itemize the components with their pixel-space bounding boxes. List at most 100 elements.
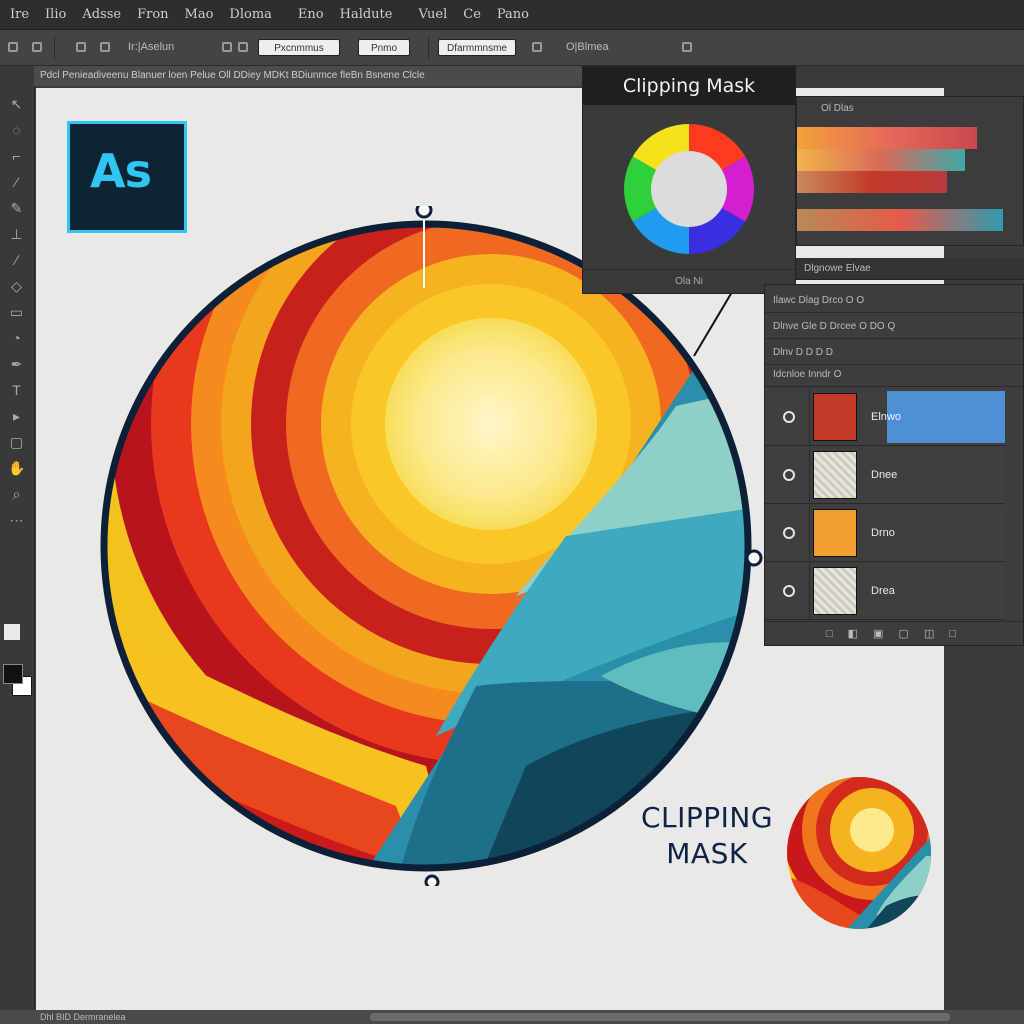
layer-visibility[interactable] <box>765 505 810 561</box>
menu-item[interactable]: Ilio <box>45 7 66 22</box>
foreground-color-swatch[interactable] <box>3 664 23 684</box>
layer-name: Drea <box>871 585 895 597</box>
color-wheel[interactable] <box>623 123 755 255</box>
layers-footer-buttons[interactable]: □ ◧ ▣ ▢ ◫ □ <box>765 621 1023 646</box>
zoom-tool-icon[interactable]: ⌕ <box>8 486 25 503</box>
anchor-point[interactable] <box>424 874 440 886</box>
clipping-mask-caption: CLIPPING MASK <box>632 800 782 872</box>
layer-name: Dnee <box>871 469 898 481</box>
blur-tool-icon[interactable]: ◔ <box>8 330 25 347</box>
options-field[interactable]: Pxcnmmus <box>258 39 340 56</box>
tool-preset-icon[interactable] <box>32 42 42 52</box>
layer-visibility[interactable] <box>765 389 810 445</box>
options-label: O|Blmea <box>566 41 609 53</box>
caption-line: MASK <box>666 837 748 870</box>
options-label: Ir:|Aselun <box>128 41 175 53</box>
menu-item[interactable]: Eno <box>298 7 324 22</box>
app-logo-text: As <box>90 144 152 198</box>
menu-item[interactable]: Haldute <box>340 7 393 22</box>
layer-selection-highlight <box>887 391 1005 443</box>
eye-icon[interactable] <box>783 527 795 539</box>
gradient-bar[interactable] <box>797 171 947 193</box>
clipping-mask-artwork[interactable] <box>96 206 766 886</box>
menu-item[interactable]: Mao <box>185 7 214 22</box>
layer-row[interactable]: Drno <box>765 505 1005 562</box>
eraser-tool-icon[interactable]: ◇ <box>8 278 25 295</box>
brush-tool-icon[interactable]: ✎ <box>8 200 25 217</box>
menu-item[interactable]: Ire <box>10 7 29 22</box>
gradient-panel: Ol Dlas <box>796 96 1024 246</box>
path-select-icon[interactable]: ▸ <box>8 408 25 425</box>
menu-item[interactable]: Vuel <box>418 7 447 22</box>
clipping-mask-panel: Clipping Mask Ola Ni <box>582 66 796 294</box>
edit-toolbar-icon[interactable]: ⋯ <box>8 512 25 529</box>
gradient-tool-icon[interactable]: ▭ <box>8 304 25 321</box>
align-icon[interactable] <box>100 42 110 52</box>
horizontal-scrollbar[interactable] <box>370 1013 950 1021</box>
shape-tool-icon[interactable]: ▢ <box>8 434 25 451</box>
tools-panel: ↖ ◌ ⌐ ⁄ ✎ ⊥ ∕ ◇ ▭ ◔ ✒ T ▸ ▢ ✋ ⌕ ⋯ <box>0 66 35 1024</box>
layer-row[interactable]: Drea <box>765 563 1005 620</box>
separator <box>428 36 429 60</box>
panel-tab-strip[interactable]: Dlgnowe Elvae <box>796 258 1024 280</box>
menu-item[interactable]: Dloma <box>229 7 272 22</box>
option-toggle-icon[interactable] <box>222 42 232 52</box>
panel-title: Clipping Mask <box>583 67 795 105</box>
layer-visibility[interactable] <box>765 563 810 619</box>
layers-filter-row[interactable]: Dlnve Gle D Drcee O DO Q <box>765 315 1023 339</box>
option-toggle-icon[interactable] <box>238 42 248 52</box>
color-wheel-center <box>651 151 727 227</box>
document-tab[interactable]: Pdcl Penieadiveenu Blanuer loen Pelue Ol… <box>34 66 594 86</box>
anchor-point[interactable] <box>415 206 433 219</box>
menu-item[interactable]: Adsse <box>82 7 121 22</box>
layer-thumbnail <box>813 567 857 615</box>
layer-name: Drno <box>871 527 895 539</box>
menu-item[interactable]: Fron <box>137 7 168 22</box>
layer-thumbnail <box>813 393 857 441</box>
layer-row[interactable]: Dnee <box>765 447 1005 504</box>
app-window: Ire Ilio Adsse Fron Mao Dloma Eno Haldut… <box>0 0 1024 1024</box>
leader-line <box>693 291 733 357</box>
layer-thumbnail <box>813 451 857 499</box>
layer-thumbnail <box>813 509 857 557</box>
clipped-content <box>104 224 748 868</box>
separator <box>54 36 55 60</box>
option-toggle-icon[interactable] <box>532 42 542 52</box>
mode-icon[interactable] <box>76 42 86 52</box>
menu-item[interactable]: Ce <box>463 7 481 22</box>
gradient-bar[interactable] <box>797 209 1003 231</box>
type-tool-icon[interactable]: T <box>8 382 25 399</box>
layers-toolbar[interactable]: Ilawc Dlag Drco O O <box>765 289 1023 313</box>
caption-line: CLIPPING <box>640 801 774 834</box>
hand-tool-icon[interactable]: ✋ <box>8 460 25 477</box>
stamp-tool-icon[interactable]: ⊥ <box>8 226 25 243</box>
history-brush-icon[interactable]: ∕ <box>8 252 25 269</box>
layers-lock-row[interactable]: Idcnloe Inndr O <box>765 363 1023 387</box>
home-icon[interactable] <box>8 42 18 52</box>
eyedropper-tool-icon[interactable]: ⁄ <box>8 174 25 191</box>
options-field[interactable]: Pnmo <box>358 39 410 56</box>
option-toggle-icon[interactable] <box>682 42 692 52</box>
layers-panel: Ilawc Dlag Drco O O Dlnve Gle D Drcee O … <box>764 284 1024 646</box>
eye-icon[interactable] <box>783 585 795 597</box>
anchor-point[interactable] <box>745 549 763 567</box>
pen-tool-icon[interactable]: ✒ <box>8 356 25 373</box>
eye-icon[interactable] <box>783 411 795 423</box>
crop-tool-icon[interactable]: ⌐ <box>8 148 25 165</box>
layer-visibility[interactable] <box>765 447 810 503</box>
quick-mask-icon[interactable] <box>4 624 20 640</box>
options-bar: Ir:|Aselun Pxcnmmus Pnmo Dfarmmnsme O|Bl… <box>0 30 1024 66</box>
layer-row[interactable]: Elnwo <box>765 389 1005 446</box>
layers-options-row[interactable]: Dlnv D D D D <box>765 341 1023 365</box>
options-field[interactable]: Dfarmmnsme <box>438 39 516 56</box>
eye-icon[interactable] <box>783 469 795 481</box>
panel-header: Ol Dlas <box>821 103 854 114</box>
menu-item[interactable]: Pano <box>497 7 529 22</box>
layer-name: Elnwo <box>871 411 901 423</box>
artwork-thumbnail <box>787 777 931 929</box>
lasso-tool-icon[interactable]: ◌ <box>8 122 25 139</box>
menu-bar: Ire Ilio Adsse Fron Mao Dloma Eno Haldut… <box>0 0 1024 30</box>
move-tool-icon[interactable]: ↖ <box>8 96 25 113</box>
gradient-bar[interactable] <box>797 127 977 149</box>
gradient-bar[interactable] <box>797 149 965 171</box>
